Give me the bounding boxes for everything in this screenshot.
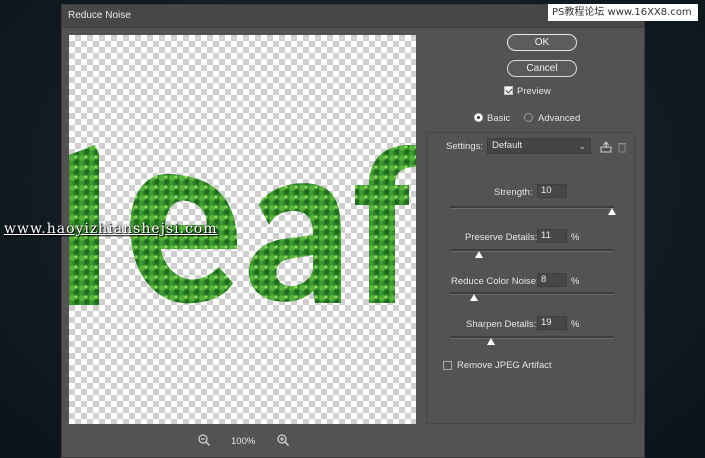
cancel-button[interactable]: Cancel — [507, 60, 577, 77]
zoom-in-icon[interactable] — [276, 433, 290, 447]
settings-select[interactable]: Default ⌄ — [487, 138, 591, 154]
dialog-title: Reduce Noise — [68, 10, 131, 21]
preview-label: Preview — [517, 86, 551, 97]
watermark-top: PS教程论坛 www.16XX8.com — [548, 4, 698, 21]
strength-label: Strength: — [494, 187, 533, 198]
reduce-color-noise-slider-thumb[interactable] — [470, 294, 478, 301]
advanced-radio[interactable] — [524, 113, 533, 122]
dropdown-chevron-icon: ⌄ — [578, 141, 586, 151]
watermark-middle: www.haoyizhianshejsi.com — [4, 221, 218, 237]
sharpen-details-slider-track[interactable] — [450, 336, 614, 339]
remove-jpeg-artifact-label: Remove JPEG Artifact — [457, 360, 552, 371]
zoom-level: 100% — [231, 436, 256, 447]
reduce-color-noise-unit: % — [571, 276, 580, 287]
ok-button[interactable]: OK — [507, 34, 577, 51]
strength-input[interactable]: 10 — [537, 184, 567, 198]
preserve-details-slider-thumb[interactable] — [474, 251, 483, 258]
advanced-label: Advanced — [538, 113, 581, 124]
preserve-details-unit: % — [571, 232, 580, 243]
preview-checkbox[interactable] — [504, 86, 513, 95]
preserve-details-label: Preserve Details: — [465, 232, 538, 243]
strength-slider-thumb[interactable] — [608, 208, 616, 215]
sharpen-details-unit: % — [571, 319, 580, 330]
remove-jpeg-artifact-checkbox[interactable] — [443, 361, 452, 370]
settings-label: Settings: — [446, 141, 483, 152]
sharpen-details-input[interactable]: 19 — [537, 316, 567, 330]
reduce-color-noise-input[interactable]: 8 — [537, 273, 567, 287]
delete-settings-icon[interactable] — [616, 140, 628, 153]
save-settings-icon[interactable] — [600, 140, 612, 153]
zoom-out-icon[interactable] — [197, 433, 211, 447]
sharpen-details-label: Sharpen Details: — [466, 319, 537, 330]
sharpen-details-slider-thumb[interactable] — [486, 338, 495, 345]
settings-select-value: Default — [492, 140, 523, 151]
preserve-details-input[interactable]: 11 — [537, 229, 567, 243]
basic-radio[interactable] — [474, 113, 483, 122]
reduce-color-noise-label: Reduce Color Noise: — [451, 276, 539, 287]
strength-slider-track[interactable] — [450, 206, 614, 209]
basic-label: Basic — [487, 113, 511, 124]
